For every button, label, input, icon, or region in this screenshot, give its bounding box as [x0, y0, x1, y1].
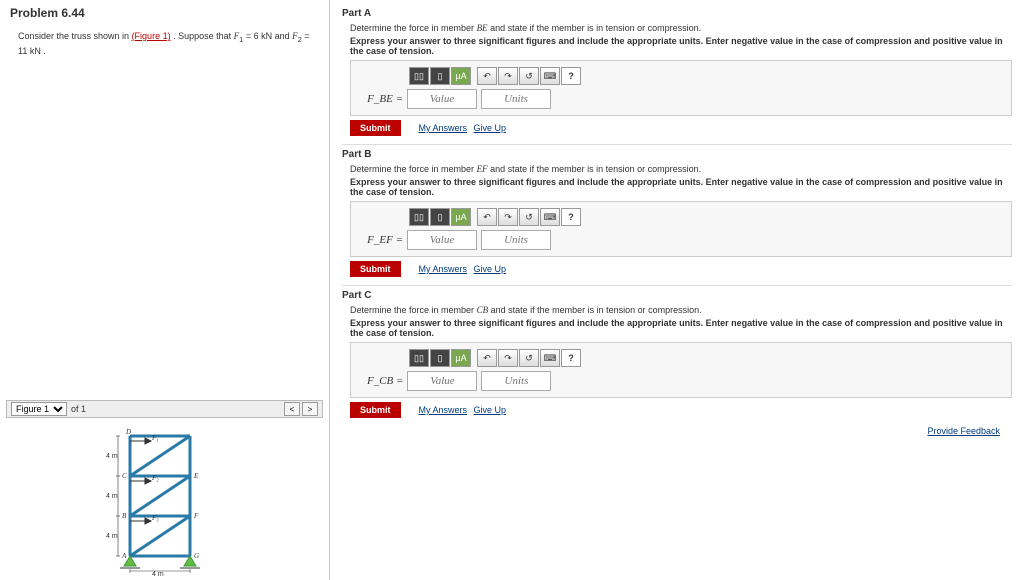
svg-text:G: G	[194, 552, 199, 560]
svg-text:4 m: 4 m	[106, 493, 118, 500]
figure-of-text: of 1	[71, 404, 86, 414]
redo-button[interactable]: ↷	[498, 208, 518, 226]
submit-button[interactable]: Submit	[350, 120, 401, 136]
figure-toolbar: Figure 1 of 1 < >	[6, 400, 323, 418]
my-answers-link[interactable]: My Answers	[419, 123, 468, 133]
reset-button[interactable]: ↺	[519, 67, 539, 85]
answer-box: ▯▯ ▯ µA ↶ ↷ ↺ ⌨ ? F_CB =	[350, 342, 1012, 398]
my-answers-link[interactable]: My Answers	[419, 264, 468, 274]
keyboard-button[interactable]: ⌨	[540, 349, 560, 367]
value-input[interactable]	[407, 230, 477, 250]
express-line: Express your answer to three significant…	[350, 36, 1012, 56]
answer-box: ▯▯ ▯ µA ↶ ↷ ↺ ⌨ ? F_EF =	[350, 201, 1012, 257]
template2-button[interactable]: ▯	[430, 208, 450, 226]
help-button[interactable]: ?	[561, 208, 581, 226]
help-button[interactable]: ?	[561, 349, 581, 367]
svg-text:F₃: F₃	[151, 514, 159, 522]
format-toolbar: ▯▯ ▯ µA ↶ ↷ ↺ ⌨ ?	[409, 349, 1003, 367]
submit-button[interactable]: Submit	[350, 261, 401, 277]
force-label: F_BE =	[367, 93, 403, 105]
problem-text-mid: . Suppose that	[173, 31, 234, 41]
part-description: Determine the force in member CB and sta…	[350, 305, 1012, 315]
give-up-link[interactable]: Give Up	[474, 405, 507, 415]
figure-prev-button[interactable]: <	[284, 402, 300, 416]
svg-text:F: F	[193, 512, 199, 520]
submit-button[interactable]: Submit	[350, 402, 401, 418]
undo-button[interactable]: ↶	[477, 208, 497, 226]
figure-link[interactable]: (Figure 1)	[132, 31, 171, 41]
format-toolbar: ▯▯ ▯ µA ↶ ↷ ↺ ⌨ ?	[409, 208, 1003, 226]
template2-button[interactable]: ▯	[430, 349, 450, 367]
part-title: Part B	[342, 149, 1012, 160]
redo-button[interactable]: ↷	[498, 67, 518, 85]
figure-canvas: D C B A E F G F₁ F₂ F₃ 4 m 4 m 4 m 4 m	[6, 420, 323, 580]
problem-text-prefix: Consider the truss shown in	[18, 31, 132, 41]
express-line: Express your answer to three significant…	[350, 177, 1012, 197]
units-input[interactable]	[481, 371, 551, 391]
keyboard-button[interactable]: ⌨	[540, 208, 560, 226]
mu-a-button[interactable]: µA	[451, 208, 471, 226]
force-label: F_EF =	[367, 234, 403, 246]
reset-button[interactable]: ↺	[519, 208, 539, 226]
undo-button[interactable]: ↶	[477, 67, 497, 85]
svg-text:B: B	[122, 512, 127, 520]
svg-text:D: D	[125, 428, 131, 436]
format-toolbar: ▯▯ ▯ µA ↶ ↷ ↺ ⌨ ?	[409, 67, 1003, 85]
express-line: Express your answer to three significant…	[350, 318, 1012, 338]
template1-button[interactable]: ▯▯	[409, 67, 429, 85]
svg-text:F₂: F₂	[151, 474, 159, 482]
redo-button[interactable]: ↷	[498, 349, 518, 367]
mu-a-button[interactable]: µA	[451, 349, 471, 367]
units-input[interactable]	[481, 230, 551, 250]
mu-a-button[interactable]: µA	[451, 67, 471, 85]
keyboard-button[interactable]: ⌨	[540, 67, 560, 85]
template1-button[interactable]: ▯▯	[409, 349, 429, 367]
svg-text:C: C	[122, 472, 127, 480]
svg-text:4 m: 4 m	[106, 533, 118, 540]
provide-feedback-link[interactable]: Provide Feedback	[927, 426, 1000, 436]
reset-button[interactable]: ↺	[519, 349, 539, 367]
answer-box: ▯▯ ▯ µA ↶ ↷ ↺ ⌨ ? F_BE =	[350, 60, 1012, 116]
template2-button[interactable]: ▯	[430, 67, 450, 85]
svg-text:4 m: 4 m	[152, 571, 164, 578]
figure-next-button[interactable]: >	[302, 402, 318, 416]
figure-selector[interactable]: Figure 1	[11, 402, 67, 416]
part-title: Part A	[342, 8, 1012, 19]
problem-statement: Consider the truss shown in (Figure 1) .…	[0, 26, 329, 68]
give-up-link[interactable]: Give Up	[474, 264, 507, 274]
part-description: Determine the force in member BE and sta…	[350, 23, 1012, 33]
part-description: Determine the force in member EF and sta…	[350, 164, 1012, 174]
my-answers-link[interactable]: My Answers	[419, 405, 468, 415]
svg-text:F₁: F₁	[151, 434, 159, 442]
force-label: F_CB =	[367, 375, 403, 387]
units-input[interactable]	[481, 89, 551, 109]
problem-title: Problem 6.44	[0, 0, 329, 26]
value-input[interactable]	[407, 89, 477, 109]
svg-text:E: E	[193, 472, 199, 480]
value-input[interactable]	[407, 371, 477, 391]
f1-eq: = 6 kN and	[243, 31, 292, 41]
template1-button[interactable]: ▯▯	[409, 208, 429, 226]
help-button[interactable]: ?	[561, 67, 581, 85]
truss-svg: D C B A E F G F₁ F₂ F₃ 4 m 4 m 4 m 4 m	[90, 426, 240, 576]
part-title: Part C	[342, 290, 1012, 301]
give-up-link[interactable]: Give Up	[474, 123, 507, 133]
svg-text:A: A	[121, 552, 127, 560]
undo-button[interactable]: ↶	[477, 349, 497, 367]
svg-text:4 m: 4 m	[106, 453, 118, 460]
